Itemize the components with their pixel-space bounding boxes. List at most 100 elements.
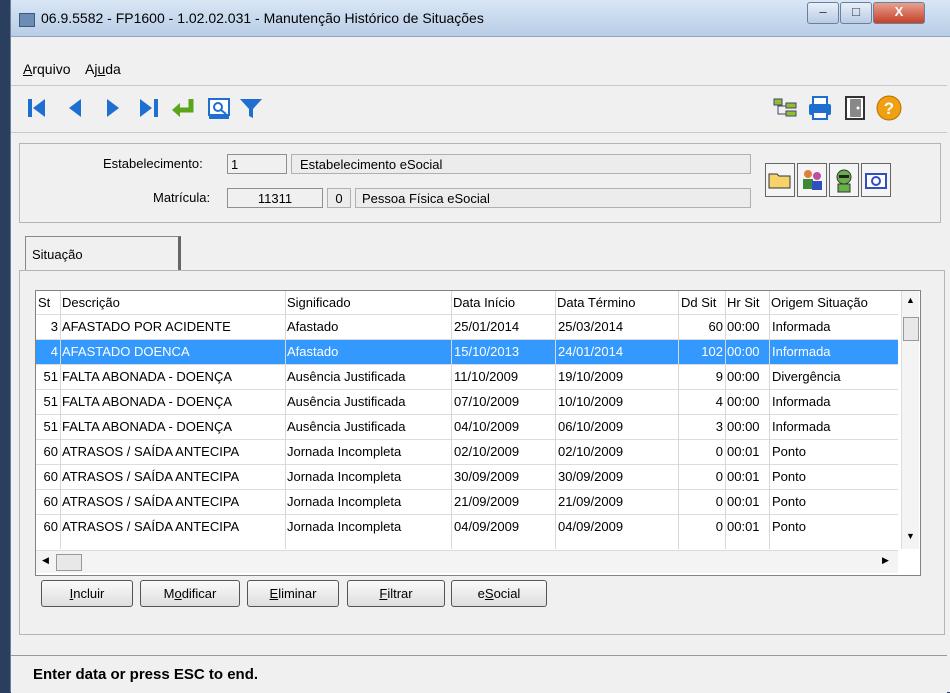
- cell-ini: 11/10/2009: [454, 369, 519, 384]
- cell-hr: 00:00: [727, 419, 760, 434]
- horizontal-scrollbar[interactable]: ◀ ▶: [36, 550, 898, 573]
- estabelecimento-code-field[interactable]: 1: [227, 154, 287, 174]
- cell-hr: 00:01: [727, 444, 760, 459]
- cell-dd: 9: [715, 369, 723, 384]
- svg-text:?: ?: [884, 99, 894, 118]
- cell-dd: 0: [715, 519, 723, 534]
- filter-icon[interactable]: [237, 94, 265, 122]
- app-icon: [19, 13, 35, 27]
- cell-desc: ATRASOS / SAÍDA ANTECIPA: [62, 444, 240, 459]
- incluir-button[interactable]: Incluir: [41, 580, 133, 607]
- cell-orig: Ponto: [772, 469, 806, 484]
- scroll-left-icon[interactable]: ◀: [42, 555, 49, 566]
- people-button[interactable]: [797, 163, 827, 197]
- cell-orig: Informada: [772, 319, 831, 334]
- cell-fim: 19/10/2009: [558, 369, 624, 384]
- col-header-dd-sit[interactable]: Dd Sit: [681, 295, 716, 310]
- cell-ini: 04/10/2009: [454, 419, 520, 434]
- first-record-icon[interactable]: [23, 94, 51, 122]
- cell-dd: 102: [701, 344, 723, 359]
- last-record-icon[interactable]: [135, 94, 163, 122]
- matricula-field[interactable]: 11311: [227, 188, 323, 208]
- cell-st: 60: [43, 444, 58, 459]
- vertical-scrollbar[interactable]: ▲ ▼: [901, 291, 919, 549]
- cell-sig: Jornada Incompleta: [287, 519, 402, 534]
- esocial-button[interactable]: eSocial: [451, 580, 547, 607]
- cell-ini: 15/10/2013: [454, 344, 520, 359]
- cell-ini: 30/09/2009: [454, 469, 520, 484]
- scroll-up-icon[interactable]: ▲: [906, 295, 915, 305]
- tree-icon[interactable]: [771, 94, 799, 122]
- col-header-data-inicio[interactable]: Data Início: [453, 295, 515, 310]
- col-header-data-termino[interactable]: Data Término: [557, 295, 636, 310]
- toolbar: ?: [11, 85, 947, 133]
- menu-bar: Arquivo Ajuda: [11, 57, 947, 81]
- cell-ini: 07/10/2009: [454, 394, 520, 409]
- cell-desc: ATRASOS / SAÍDA ANTECIPA: [62, 519, 240, 534]
- previous-record-icon[interactable]: [61, 94, 89, 122]
- cell-st: 60: [43, 469, 58, 484]
- cell-st: 60: [43, 494, 58, 509]
- cell-sig: Ausência Justificada: [287, 369, 406, 384]
- exit-door-icon[interactable]: [841, 94, 869, 122]
- cell-ini: 02/10/2009: [454, 444, 520, 459]
- matricula-digit-field: 0: [327, 188, 351, 208]
- cell-fim: 10/10/2009: [558, 394, 624, 409]
- cell-hr: 00:01: [727, 469, 760, 484]
- eliminar-button[interactable]: Eliminar: [247, 580, 339, 607]
- cell-orig: Informada: [772, 394, 831, 409]
- cell-st: 51: [43, 369, 58, 384]
- camera-button[interactable]: [861, 163, 891, 197]
- cell-dd: 0: [715, 494, 723, 509]
- cell-sig: Jornada Incompleta: [287, 444, 402, 459]
- tab-situacao[interactable]: Situação: [25, 236, 181, 270]
- cell-dd: 60: [708, 319, 723, 334]
- minimize-button[interactable]: –: [807, 2, 839, 24]
- col-header-significado[interactable]: Significado: [287, 295, 351, 310]
- cell-st: 51: [43, 419, 58, 434]
- title-bar: 06.9.5582 - FP1600 - 1.02.02.031 - Manut…: [11, 0, 950, 37]
- scroll-thumb[interactable]: [903, 317, 919, 341]
- cell-hr: 00:01: [727, 494, 760, 509]
- preview-icon[interactable]: [205, 94, 233, 122]
- grid-header: St Descrição Significado Data Início Dat…: [36, 291, 916, 314]
- modificar-button[interactable]: Modificar: [140, 580, 240, 607]
- scroll-down-icon[interactable]: ▼: [906, 531, 915, 541]
- next-record-icon[interactable]: [99, 94, 127, 122]
- cell-fim: 25/03/2014: [558, 319, 624, 334]
- h-scroll-thumb[interactable]: [56, 554, 82, 571]
- scroll-right-icon[interactable]: ▶: [882, 555, 889, 566]
- cell-fim: 21/09/2009: [558, 494, 624, 509]
- maximize-button[interactable]: □: [840, 2, 872, 24]
- enter-icon[interactable]: [169, 94, 197, 122]
- close-button[interactable]: X: [873, 2, 925, 24]
- cell-st: 4: [50, 344, 58, 359]
- cell-sig: Jornada Incompleta: [287, 494, 402, 509]
- cell-dd: 0: [715, 469, 723, 484]
- help-icon[interactable]: ?: [875, 94, 903, 122]
- cell-orig: Ponto: [772, 494, 806, 509]
- filtrar-button[interactable]: Filtrar: [347, 580, 445, 607]
- estabelecimento-label: Estabelecimento:: [103, 156, 203, 171]
- print-icon[interactable]: [806, 94, 834, 122]
- col-header-descricao[interactable]: Descrição: [62, 295, 120, 310]
- cell-sig: Ausência Justificada: [287, 394, 406, 409]
- cell-desc: FALTA ABONADA - DOENÇA: [62, 369, 233, 384]
- cell-orig: Informada: [772, 419, 831, 434]
- cell-dd: 0: [715, 444, 723, 459]
- col-header-st[interactable]: St: [38, 295, 50, 310]
- menu-arquivo[interactable]: Arquivo: [23, 61, 70, 77]
- menu-ajuda[interactable]: Ajuda: [85, 61, 121, 77]
- cell-orig: Informada: [772, 344, 831, 359]
- open-folder-button[interactable]: [765, 163, 795, 197]
- employee-photo-button[interactable]: [829, 163, 859, 197]
- col-header-hr-sit[interactable]: Hr Sit: [727, 295, 760, 310]
- cell-dd: 3: [715, 419, 723, 434]
- col-header-origem[interactable]: Origem Situação: [771, 295, 868, 310]
- pessoa-name-field: Pessoa Física eSocial: [355, 188, 751, 208]
- cell-fim: 04/09/2009: [558, 519, 624, 534]
- cell-ini: 25/01/2014: [454, 319, 520, 334]
- cell-st: 60: [43, 519, 58, 534]
- cell-st: 51: [43, 394, 58, 409]
- cell-fim: 30/09/2009: [558, 469, 624, 484]
